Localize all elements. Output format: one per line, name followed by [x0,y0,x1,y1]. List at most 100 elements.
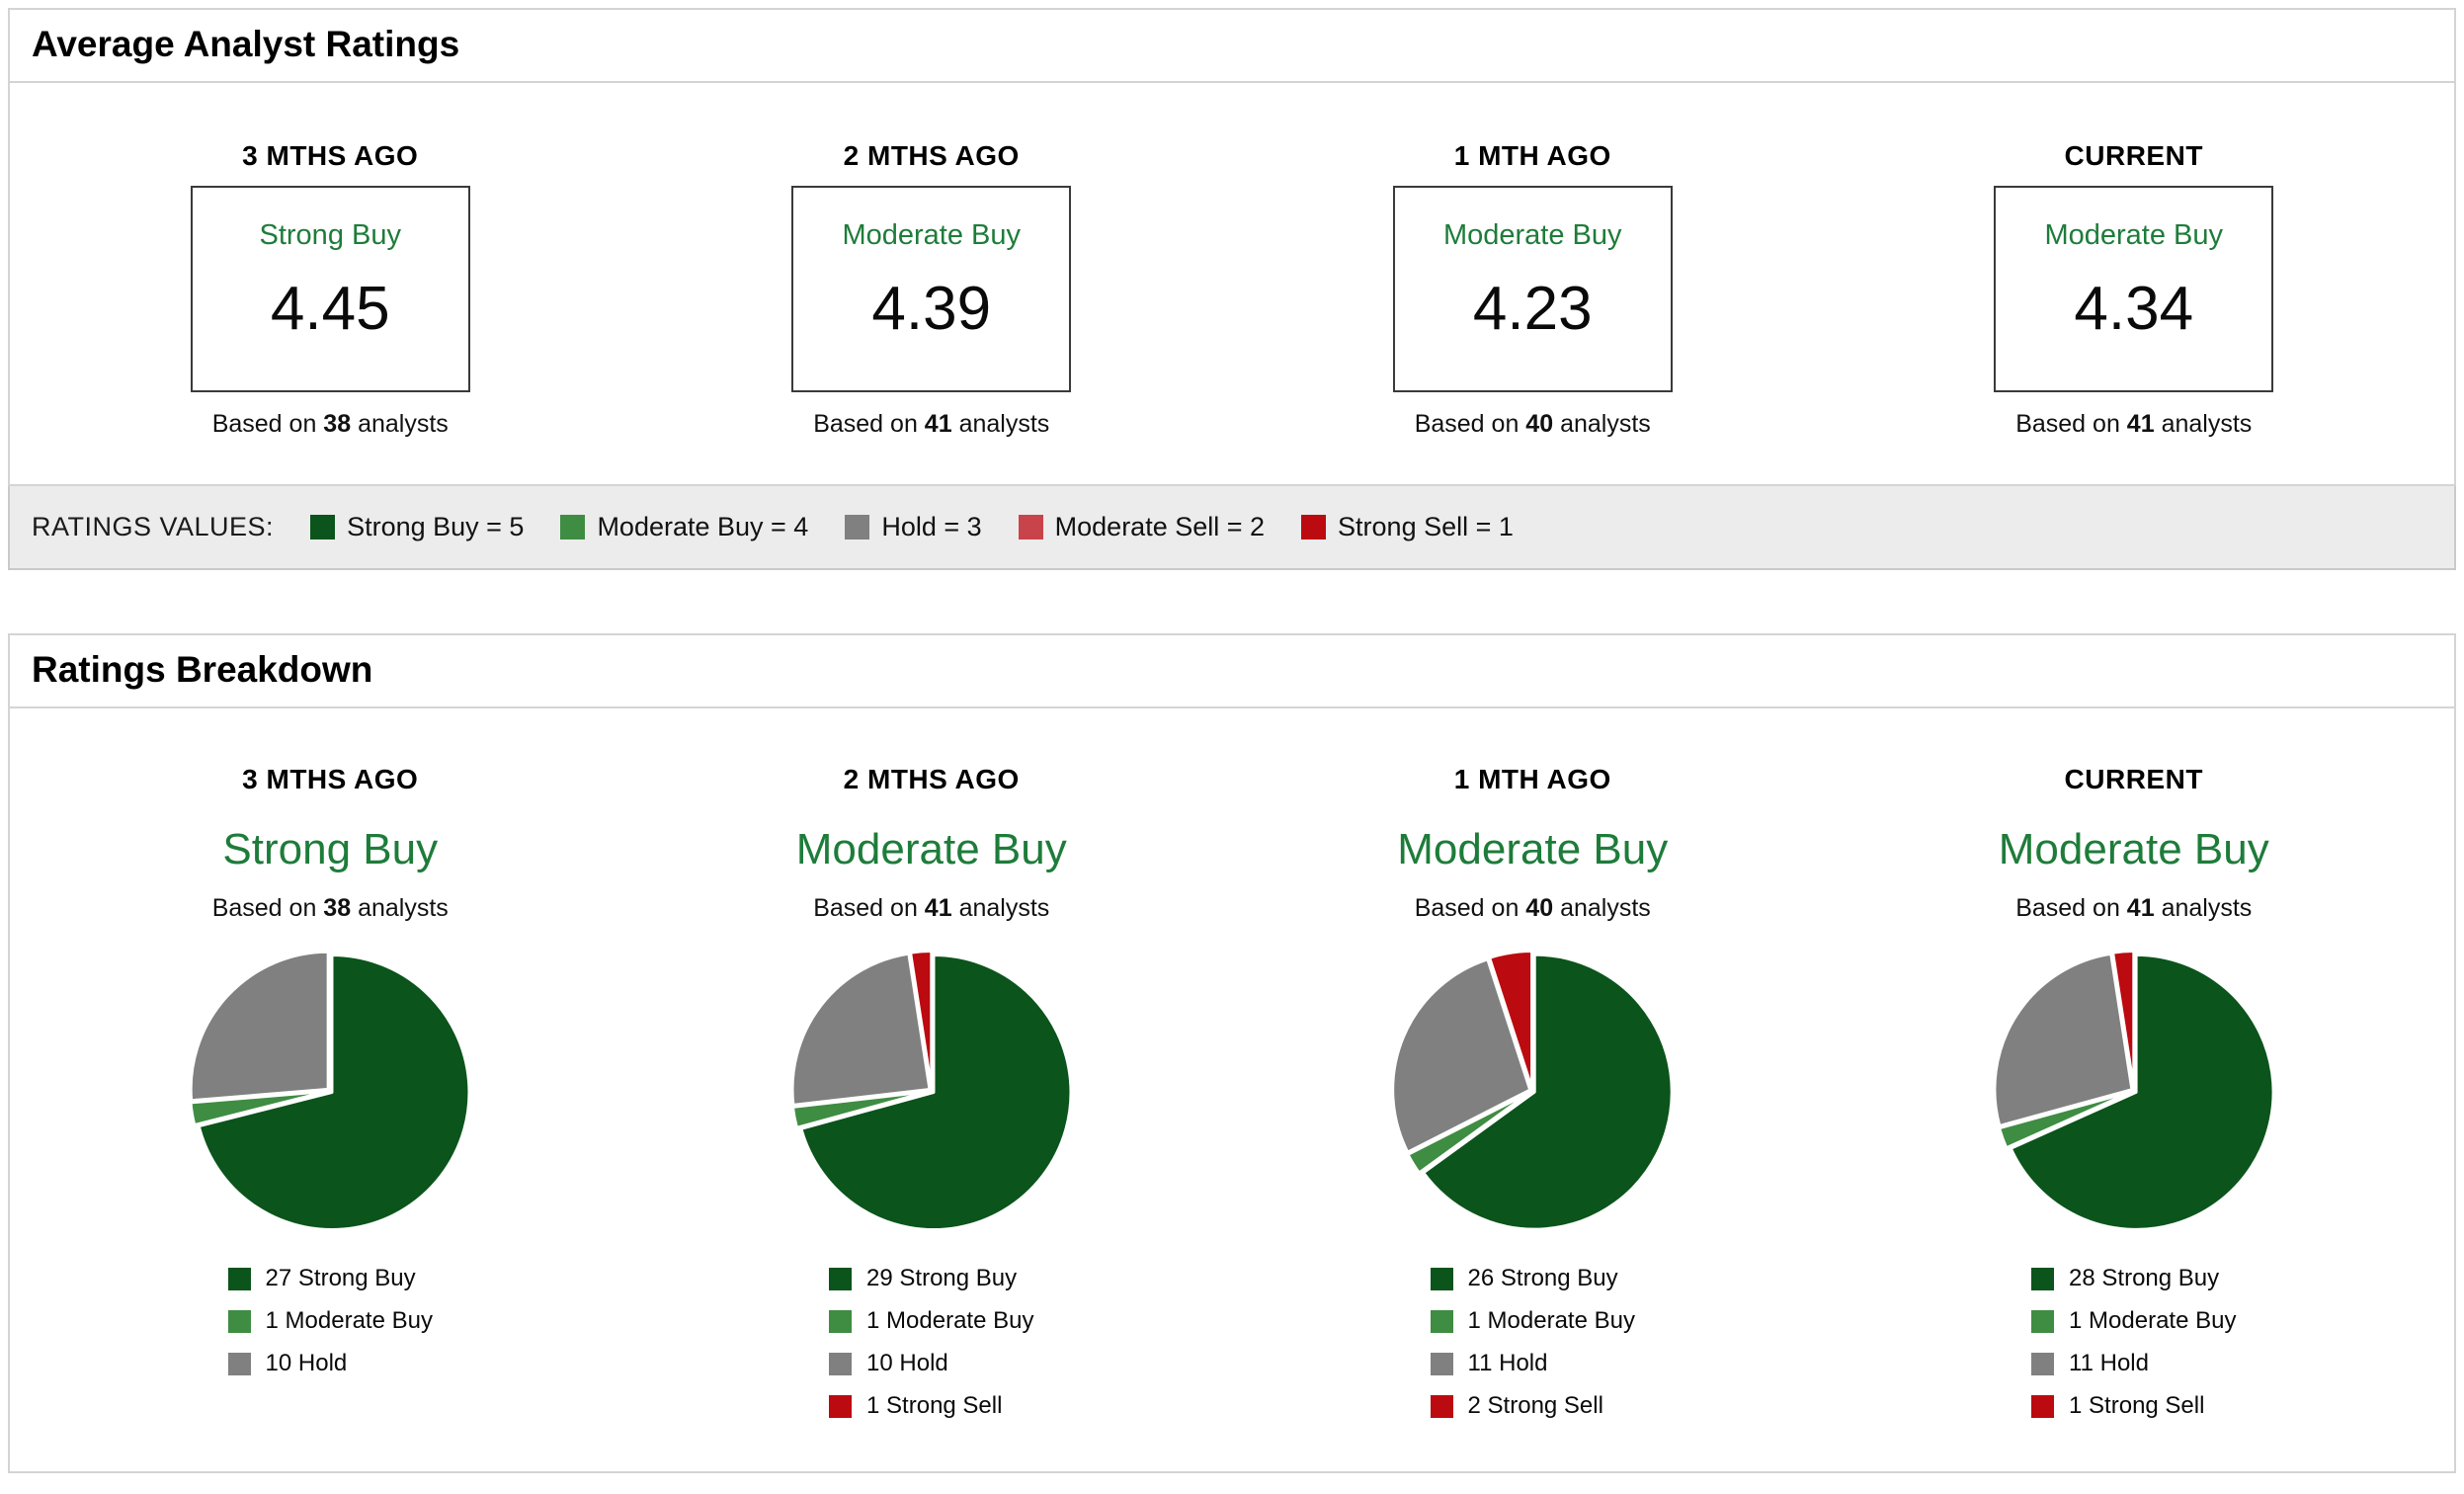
pie-legend-row: 27 Strong Buy [227,1265,416,1292]
ratings-values-item: Moderate Buy = 4 [560,512,808,542]
avg-card-3mths: 3 MTHS AGO Strong Buy 4.45 Based on 38 a… [30,140,631,439]
ratings-breakdown-panel: Ratings Breakdown 3 MTHS AGO Strong Buy … [8,633,2456,1473]
analyst-count: 40 [1525,894,1554,922]
pie-legend-row: 11 Hold [2031,1350,2149,1377]
pie-legend-row: 1 Strong Sell [2031,1392,2204,1420]
rating-label: Moderate Buy [2044,219,2224,251]
legend-label: Moderate Sell = 2 [1054,512,1266,541]
based-on-text: Based on 41 analysts [2015,410,2252,439]
legend-swatch [227,1267,251,1290]
legend-swatch [829,1394,853,1418]
breakdown-card-1mth: 1 MTH AGO Moderate Buy Based on 40 analy… [1232,764,1834,1420]
legend-label: 1 Moderate Buy [2069,1307,2237,1334]
based-on-text: Based on 41 analysts [2015,894,2252,923]
rating-label: Strong Buy [222,825,439,873]
rating-value: 4.34 [2074,275,2194,343]
rating-box: Moderate Buy 4.39 [791,186,1072,392]
analyst-count: 41 [2126,410,2155,438]
based-prefix: Based on [813,894,918,922]
legend-label: 26 Strong Buy [1467,1265,1618,1291]
analyst-count: 41 [924,894,952,922]
pie-chart [787,947,1076,1235]
legend-label: 1 Moderate Buy [265,1307,433,1334]
legend-label: 10 Hold [265,1350,348,1376]
legend-swatch [1430,1309,1453,1333]
rating-label: Strong Buy [259,219,401,251]
breakdown-card-2mths: 2 MTHS AGO Moderate Buy Based on 41 anal… [631,764,1233,1420]
legend-label: 29 Strong Buy [866,1265,1018,1291]
pie-chart [1990,947,2278,1235]
analyst-count: 41 [924,410,952,438]
legend-label: 1 Moderate Buy [1467,1307,1635,1334]
legend-swatch [1430,1267,1453,1290]
ratings-values-legend: Strong Buy = 5 Moderate Buy = 4 Hold = 3 Mo… [274,512,1514,542]
pie-legend: 28 Strong Buy 1 Moderate Buy 11 Hold 1 Stro… [2031,1265,2236,1420]
legend-label: 11 Hold [1467,1350,1548,1376]
rating-label: Moderate Buy [1397,825,1669,873]
legend-swatch [310,515,336,540]
ratings-breakdown-title: Ratings Breakdown [10,635,2454,708]
based-suffix: analysts [958,894,1050,922]
rating-label: Moderate Buy [795,825,1067,873]
based-prefix: Based on [1414,894,1519,922]
pie-legend-row: 29 Strong Buy [829,1265,1017,1292]
rating-value: 4.45 [270,275,390,343]
avg-card-1mth: 1 MTH AGO Moderate Buy 4.23 Based on 40 … [1232,140,1834,439]
legend-swatch [2031,1267,2055,1290]
period-label: CURRENT [2064,140,2203,171]
based-on-text: Based on 40 analysts [1415,894,1651,923]
legend-swatch [227,1309,251,1333]
based-prefix: Based on [813,410,918,438]
legend-label: 27 Strong Buy [265,1265,416,1291]
based-prefix: Based on [2015,410,2120,438]
pie-legend-row: 1 Strong Sell [829,1392,1002,1420]
analyst-count: 41 [2126,894,2155,922]
legend-swatch [1430,1352,1453,1375]
pie-slice-hold[interactable] [189,950,330,1103]
pie-legend-row: 11 Hold [1430,1350,1548,1377]
pie-legend-row: 10 Hold [227,1350,348,1377]
ratings-values-item: Strong Sell = 1 [1301,512,1514,542]
legend-swatch [1301,515,1327,540]
legend-label: 28 Strong Buy [2069,1265,2220,1291]
pie-legend-row: 28 Strong Buy [2031,1265,2219,1292]
period-label: CURRENT [2064,764,2203,794]
based-prefix: Based on [211,410,317,438]
legend-label: Strong Buy = 5 [347,512,525,541]
average-ratings-cards: 3 MTHS AGO Strong Buy 4.45 Based on 38 a… [10,83,2454,484]
based-on-text: Based on 41 analysts [813,894,1049,923]
based-suffix: analysts [2161,410,2253,438]
pie-legend: 29 Strong Buy 1 Moderate Buy 10 Hold 1 Stro… [829,1265,1033,1420]
legend-label: Hold = 3 [881,512,982,541]
pie-chart [1388,947,1677,1235]
period-label: 3 MTHS AGO [242,140,419,171]
based-suffix: analysts [358,410,449,438]
legend-swatch [845,515,870,540]
legend-swatch [2031,1352,2055,1375]
avg-card-current: CURRENT Moderate Buy 4.34 Based on 41 an… [1834,140,2435,439]
ratings-values-strip: RATINGS VALUES: Strong Buy = 5 Moderate B… [8,486,2456,570]
pie-legend-row: 1 Moderate Buy [1430,1307,1635,1335]
legend-swatch [227,1352,251,1375]
period-label: 1 MTH AGO [1453,140,1611,171]
ratings-values-item: Moderate Sell = 2 [1018,512,1266,542]
pie-legend: 27 Strong Buy 1 Moderate Buy 10 Hold [227,1265,433,1377]
pie-legend-row: 1 Moderate Buy [2031,1307,2236,1335]
pie-slice-hold[interactable] [790,952,932,1107]
legend-swatch [560,515,586,540]
ratings-values-item: Strong Buy = 5 [310,512,524,542]
based-on-text: Based on 38 analysts [212,894,449,923]
legend-label: 1 Strong Sell [866,1392,1003,1419]
based-prefix: Based on [2015,894,2120,922]
based-on-text: Based on 38 analysts [212,410,449,439]
rating-label: Moderate Buy [1442,219,1622,251]
legend-label: 1 Moderate Buy [866,1307,1034,1334]
period-label: 2 MTHS AGO [843,140,1020,171]
breakdown-card-current: CURRENT Moderate Buy Based on 41 analyst… [1834,764,2435,1420]
analyst-count: 38 [323,410,352,438]
legend-label: 10 Hold [866,1350,948,1376]
rating-label: Moderate Buy [1998,825,2269,873]
legend-label: 11 Hold [2069,1350,2149,1376]
analyst-count: 40 [1525,410,1554,438]
rating-box: Moderate Buy 4.23 [1392,186,1673,392]
